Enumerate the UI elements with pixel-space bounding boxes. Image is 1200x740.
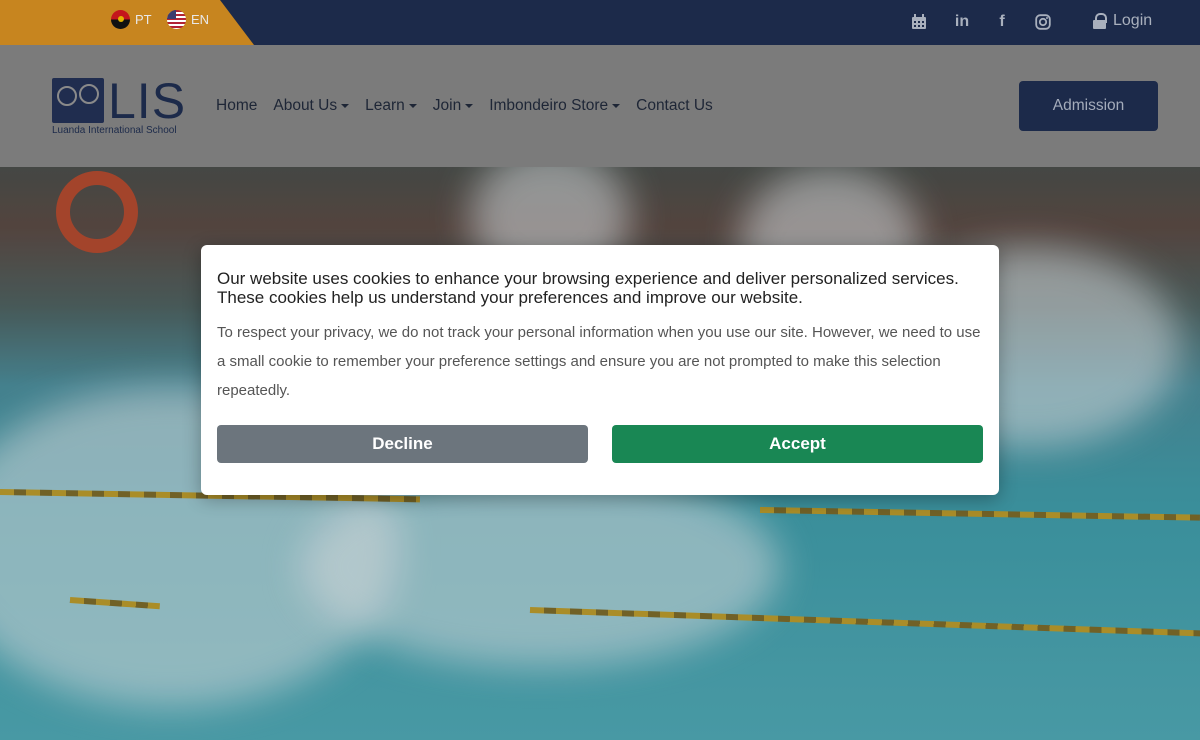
nav-item-label: Home (216, 97, 258, 114)
language-en-link[interactable]: EN (167, 10, 209, 29)
admission-button[interactable]: Admission (1019, 81, 1158, 131)
logo-subtitle: Luanda International School (52, 125, 177, 136)
language-pt-link[interactable]: PT (111, 10, 152, 29)
nav-item-label: About Us (273, 97, 338, 114)
cookie-lead-text: Our website uses cookies to enhance your… (217, 269, 959, 307)
nav-item-label: Imbondeiro Store (489, 97, 609, 114)
accept-button[interactable]: Accept (612, 425, 983, 463)
nav-item-imbondeiro-store[interactable]: Imbondeiro Store (489, 97, 621, 115)
decline-button[interactable]: Decline (217, 425, 588, 463)
cookie-body-text: To respect your privacy, we do not track… (217, 324, 981, 399)
login-label: Login (1113, 12, 1153, 29)
nav-item-label: Contact Us (636, 97, 713, 114)
main-nav: Home About Us Learn Join Imbondeiro Stor… (216, 97, 713, 115)
nav-item-contact-us[interactable]: Contact Us (636, 97, 713, 115)
login-link[interactable]: Login (1093, 12, 1152, 30)
caret-down-icon (612, 104, 621, 108)
nav-item-label: Learn (365, 97, 405, 114)
facebook-icon[interactable]: f (992, 12, 1012, 32)
nav-item-home[interactable]: Home (216, 97, 257, 115)
caret-down-icon (408, 104, 417, 108)
logo-emblem (52, 78, 104, 123)
nav-item-learn[interactable]: Learn (365, 97, 417, 115)
cookie-consent-modal: Our website uses cookies to enhance your… (201, 245, 999, 495)
linkedin-icon[interactable]: in (952, 12, 972, 32)
caret-down-icon (465, 104, 474, 108)
calendar-icon[interactable] (909, 12, 929, 32)
angola-flag-icon (111, 10, 130, 29)
nav-item-label: Join (432, 97, 462, 114)
lock-icon (1093, 13, 1107, 29)
nav-item-about-us[interactable]: About Us (273, 97, 350, 115)
usa-flag-icon (167, 10, 186, 29)
site-logo[interactable]: LIS Luanda International School (52, 73, 185, 138)
top-bar: PT EN in f Login (0, 0, 1200, 45)
language-pt-label: PT (135, 12, 152, 27)
instagram-icon[interactable] (1033, 12, 1053, 32)
language-en-label: EN (191, 12, 210, 27)
caret-down-icon (341, 104, 350, 108)
logo-text: LIS (108, 73, 187, 129)
nav-item-join[interactable]: Join (432, 97, 474, 115)
